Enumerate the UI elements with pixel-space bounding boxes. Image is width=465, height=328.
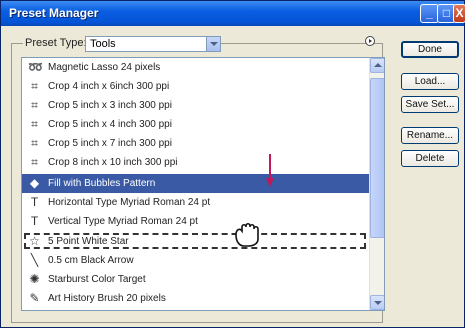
list-item-label: 0.5 cm Black Arrow bbox=[48, 255, 134, 266]
scroll-thumb[interactable] bbox=[370, 78, 384, 238]
title-bar[interactable]: Preset Manager _ □ X bbox=[1, 1, 465, 26]
preset-manager-window: Preset Manager _ □ X Preset Type: Tools … bbox=[0, 0, 465, 328]
crop-icon: ⌗ bbox=[31, 98, 38, 112]
starburst-icon: ✺ bbox=[29, 272, 40, 286]
list-item[interactable]: ✺ Starburst Color Target bbox=[22, 270, 370, 289]
list-item-label: Crop 5 inch x 3 inch 300 ppi bbox=[48, 100, 172, 111]
list-item-label: Crop 8 inch x 10 inch 300 ppi bbox=[48, 157, 178, 168]
list-item-label: Starburst Color Target bbox=[48, 274, 146, 285]
list-item[interactable]: ⌗ Crop 8 inch x 10 inch 300 ppi bbox=[22, 153, 370, 172]
list-item-label: Vertical Type Myriad Roman 24 pt bbox=[48, 216, 198, 227]
crop-icon: ⌗ bbox=[31, 79, 38, 93]
list-item[interactable]: ➿ Magnetic Lasso 24 pixels bbox=[22, 58, 370, 77]
drag-direction-arrow-icon bbox=[266, 154, 274, 187]
preset-type-select[interactable]: Tools bbox=[85, 36, 221, 52]
list-item[interactable]: ╲ 0.5 cm Black Arrow bbox=[22, 251, 370, 270]
list-item-label: Fill with Bubbles Pattern bbox=[48, 178, 156, 189]
crop-icon: ⌗ bbox=[31, 136, 38, 150]
list-item-label: Crop 5 inch x 7 inch 300 ppi bbox=[48, 138, 172, 149]
panel-menu-icon[interactable] bbox=[365, 36, 375, 46]
horizontal-type-icon: T bbox=[30, 195, 39, 209]
list-item[interactable]: ⌗ Crop 5 inch x 4 inch 300 ppi bbox=[22, 115, 370, 134]
list-item-label: Crop 5 inch x 4 inch 300 ppi bbox=[48, 119, 172, 130]
save-set-button[interactable]: Save Set... bbox=[401, 96, 459, 113]
list-item-label: Art History Brush 20 pixels bbox=[48, 293, 166, 304]
rename-button[interactable]: Rename... bbox=[401, 127, 459, 144]
vertical-type-icon: T bbox=[30, 214, 39, 228]
list-item-selected[interactable]: ◆ Fill with Bubbles Pattern bbox=[22, 174, 370, 193]
preset-type-label: Preset Type: bbox=[23, 37, 89, 49]
vertical-scrollbar[interactable] bbox=[369, 58, 384, 310]
load-button[interactable]: Load... bbox=[401, 73, 459, 90]
list-item-label: Magnetic Lasso 24 pixels bbox=[48, 62, 161, 73]
paint-bucket-icon: ◆ bbox=[29, 176, 40, 190]
list-item[interactable]: ⌗ Crop 5 inch x 7 inch 300 ppi bbox=[22, 134, 370, 153]
done-button[interactable]: Done bbox=[401, 41, 459, 58]
scroll-up-button[interactable] bbox=[370, 58, 384, 73]
art-history-brush-icon: ✎ bbox=[29, 291, 40, 305]
line-tool-icon: ╲ bbox=[30, 253, 39, 267]
list-item[interactable]: T Horizontal Type Myriad Roman 24 pt bbox=[22, 193, 370, 212]
list-item-label: Horizontal Type Myriad Roman 24 pt bbox=[48, 197, 211, 208]
grab-hand-cursor-icon bbox=[235, 222, 259, 247]
list-item[interactable]: T Vertical Type Myriad Roman 24 pt bbox=[22, 212, 370, 231]
crop-icon: ⌗ bbox=[31, 155, 38, 169]
list-item[interactable]: ✎ Art History Brush 20 pixels bbox=[22, 289, 370, 308]
drag-insertion-outline bbox=[24, 233, 366, 249]
window-title: Preset Manager bbox=[9, 6, 99, 20]
close-button[interactable]: X bbox=[453, 4, 465, 23]
chevron-down-icon[interactable] bbox=[206, 37, 220, 51]
preset-list[interactable]: ➿ Magnetic Lasso 24 pixels ⌗ Crop 4 inch… bbox=[21, 57, 385, 311]
list-item-label: Crop 4 inch x 6inch 300 ppi bbox=[48, 81, 170, 92]
magnetic-lasso-icon: ➿ bbox=[28, 60, 43, 74]
list-item[interactable]: ⌗ Crop 5 inch x 3 inch 300 ppi bbox=[22, 96, 370, 115]
delete-button[interactable]: Delete bbox=[401, 150, 459, 167]
list-item[interactable]: ⌗ Crop 4 inch x 6inch 300 ppi bbox=[22, 77, 370, 96]
crop-icon: ⌗ bbox=[31, 117, 38, 131]
scroll-down-button[interactable] bbox=[370, 295, 384, 310]
preset-type-value: Tools bbox=[90, 38, 116, 50]
